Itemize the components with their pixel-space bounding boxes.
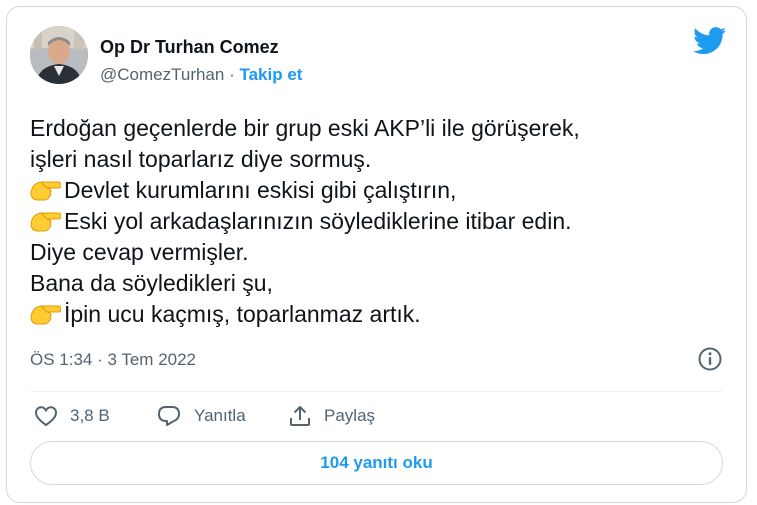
share-icon: [290, 406, 310, 426]
divider: [30, 391, 723, 392]
reply-label: Yanıtla: [194, 406, 246, 425]
author-subline: @ComezTurhan · Takip et: [100, 65, 302, 85]
tweet-line: Erdoğan geçenlerde bir grup eski AKP’li …: [30, 113, 720, 144]
line-text: Bana da söyledikleri şu,: [30, 270, 273, 296]
tweet-timestamp[interactable]: ÖS 1:34 · 3 Tem 2022: [30, 350, 196, 370]
pointing-hand-icon: [30, 175, 64, 206]
comment-icon: [158, 406, 180, 426]
like-count: 3,8 B: [70, 406, 110, 425]
like-button[interactable]: 3,8 B: [34, 403, 110, 429]
line-text: işleri nasıl toparlarız diye sormuş.: [30, 146, 372, 172]
twitter-bird-icon[interactable]: [693, 27, 727, 55]
share-label: Paylaş: [324, 406, 376, 425]
info-icon[interactable]: [697, 346, 723, 372]
tweet-line: Diye cevap vermişler.: [30, 237, 720, 268]
tweet-line: Bana da söyledikleri şu,: [30, 268, 720, 299]
line-text: Diye cevap vermişler.: [30, 239, 249, 265]
avatar[interactable]: [30, 26, 88, 84]
read-replies-button[interactable]: 104 yanıtı oku: [30, 441, 723, 485]
reply-button[interactable]: Yanıtla: [156, 403, 246, 429]
share-button[interactable]: Paylaş: [288, 403, 375, 429]
tweet-text: Erdoğan geçenlerde bir grup eski AKP’li …: [30, 113, 720, 330]
pointing-hand-icon: [30, 206, 64, 237]
line-text: Devlet kurumlarını eskisi gibi çalıştırı…: [64, 177, 457, 203]
tweet-line: işleri nasıl toparlarız diye sormuş.: [30, 144, 720, 175]
tweet-line: Eski yol arkadaşlarınızın söylediklerine…: [30, 206, 720, 237]
heart-icon: [34, 406, 58, 427]
line-text: Erdoğan geçenlerde bir grup eski AKP’li …: [30, 115, 580, 141]
tweet-line: İpin ucu kaçmış, toparlanmaz artık.: [30, 299, 720, 330]
pointing-hand-icon: [30, 299, 64, 330]
author-handle[interactable]: @ComezTurhan: [100, 65, 224, 84]
author-name[interactable]: Op Dr Turhan Comez: [100, 37, 279, 58]
tweet-card: Op Dr Turhan Comez @ComezTurhan · Takip …: [6, 6, 747, 503]
tweet-line: Devlet kurumlarını eskisi gibi çalıştırı…: [30, 175, 720, 206]
separator-dot: ·: [229, 65, 235, 84]
line-text: Eski yol arkadaşlarınızın söylediklerine…: [64, 208, 572, 234]
follow-link[interactable]: Takip et: [239, 65, 302, 84]
line-text: İpin ucu kaçmış, toparlanmaz artık.: [64, 301, 421, 327]
